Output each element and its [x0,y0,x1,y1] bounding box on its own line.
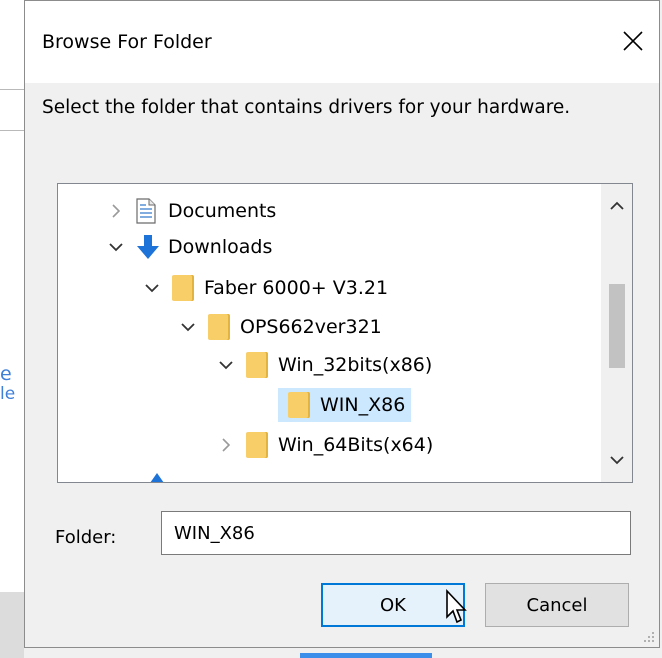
background-text-fragment: e [0,363,12,385]
dialog-titlebar: Browse For Folder [25,1,659,83]
documents-icon [136,198,158,224]
cancel-button[interactable]: Cancel [485,583,629,627]
folder-icon [208,314,230,340]
tree-item-downloads[interactable]: Downloads [108,230,272,264]
folder-icon [246,432,268,458]
background-text-fragment: le [0,384,16,404]
folder-icon [246,352,268,378]
chevron-down-icon[interactable] [108,239,124,255]
tree-item-label: Win_64Bits(x64) [278,434,434,456]
folder-tree[interactable]: Documents Downloads Faber 6000+ V3.21 OP… [57,183,633,483]
download-arrow-icon [136,234,159,260]
close-icon [623,31,643,51]
tree-item-documents[interactable]: Documents [108,194,276,228]
background-panel [0,0,24,658]
vertical-scrollbar[interactable] [601,184,632,482]
tree-item-win-x86[interactable]: WIN_X86 [278,388,412,422]
background-divider [0,89,24,90]
tree-item-partial [146,470,168,482]
mouse-pointer-icon [446,589,467,624]
tree-item-win-64bits[interactable]: Win_64Bits(x64) [218,428,433,462]
tree-item-label: Win_32bits(x86) [278,354,433,376]
folder-path-input[interactable] [161,511,631,555]
folder-icon [288,392,310,418]
chevron-down-icon [610,456,624,465]
ok-button[interactable]: OK [321,583,465,627]
selection-highlight[interactable]: WIN_X86 [278,388,412,422]
tree-item-win-32bits[interactable]: Win_32bits(x86) [218,348,432,382]
scrollbar-thumb[interactable] [609,284,625,368]
tree-item-faber[interactable]: Faber 6000+ V3.21 [144,271,388,305]
chevron-down-icon[interactable] [180,319,196,335]
tree-item-label: Faber 6000+ V3.21 [204,277,389,299]
background-divider [0,130,24,131]
background-panel-bottom [0,592,24,658]
scroll-up-button[interactable] [602,188,632,224]
chevron-right-icon[interactable] [218,437,234,453]
folder-icon [172,275,194,301]
tree-item-label: OPS662ver321 [240,316,382,338]
background-accent-bar [300,653,432,658]
chevron-up-icon [610,201,624,210]
chevron-right-icon[interactable] [108,203,124,219]
tree-item-label: Documents [168,200,277,222]
chevron-down-icon[interactable] [144,280,160,296]
dialog-title: Browse For Folder [42,31,212,53]
scroll-down-button[interactable] [602,442,632,478]
instruction-text: Select the folder that contains drivers … [42,97,571,118]
tree-item-label: Downloads [168,236,273,258]
tree-item-label: WIN_X86 [320,394,406,416]
resize-grip-icon[interactable] [641,629,655,643]
browse-for-folder-dialog: Browse For Folder Select the folder that… [24,0,660,648]
tree-item-ops662ver321[interactable]: OPS662ver321 [180,310,382,344]
folder-field-label: Folder: [55,527,117,548]
chevron-down-icon[interactable] [218,357,234,373]
close-button[interactable] [613,21,653,61]
